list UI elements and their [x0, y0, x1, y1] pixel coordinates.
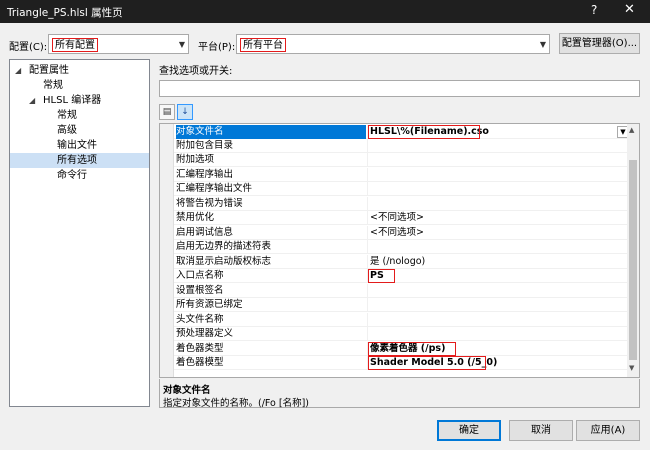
property-name: 对象文件名 — [176, 125, 366, 139]
apply-button[interactable]: 应用(A) — [576, 420, 640, 441]
property-row[interactable]: 着色器类型 像素着色器 (/ps) — [174, 342, 627, 356]
scrollbar-thumb[interactable] — [629, 160, 637, 360]
property-value[interactable]: <不同选项> — [370, 211, 625, 225]
tree-item-hlsl-general[interactable]: 常规 — [10, 108, 149, 123]
property-value[interactable]: 是 (/nologo) — [370, 255, 625, 269]
chevron-down-icon: ▼ — [178, 40, 185, 49]
property-name: 所有资源已绑定 — [176, 299, 243, 310]
property-name: 启用无边界的描述符表 — [176, 241, 272, 252]
property-row[interactable]: 附加选项 — [174, 153, 627, 167]
property-row[interactable]: 设置根签名 — [174, 284, 627, 298]
property-name: 禁用优化 — [176, 212, 215, 223]
property-row[interactable]: 所有资源已绑定 — [174, 298, 627, 312]
tree-item-label: HLSL 编译器 — [43, 95, 102, 106]
property-row[interactable]: 汇编程序输出文件 — [174, 182, 627, 196]
property-row[interactable]: 头文件名称 — [174, 313, 627, 327]
highlight-box — [368, 356, 486, 370]
tree-item-config-properties[interactable]: ◢ 配置属性 — [10, 63, 149, 78]
tree-item-label: 高级 — [57, 125, 77, 136]
tree-expander-icon[interactable]: ◢ — [15, 63, 21, 78]
tree-item-command-line[interactable]: 命令行 — [10, 168, 149, 183]
property-row[interactable]: 预处理器定义 — [174, 327, 627, 341]
property-name: 着色器模型 — [176, 357, 224, 368]
highlight-box — [368, 269, 395, 283]
config-manager-button[interactable]: 配置管理器(O)... — [559, 33, 640, 54]
description-panel: 对象文件名 指定对象文件的名称。(/Fo [名称]) — [159, 379, 640, 409]
property-row[interactable]: 禁用优化 <不同选项> — [174, 211, 627, 225]
tree-item-general[interactable]: 常规 — [10, 78, 149, 93]
title-bar: Triangle_PS.hlsl 属性页 ? ✕ — [0, 0, 650, 23]
property-name: 附加选项 — [176, 154, 215, 165]
property-grid: 对象文件名 HLSL\%(Filename).cso ▼ 附加包含目录 附加选项… — [159, 123, 640, 378]
category-tree: ◢ 配置属性 常规 ◢ HLSL 编译器 常规 高级 输出文件 所有选项 命令行 — [9, 59, 150, 407]
property-name: 附加包含目录 — [176, 140, 234, 151]
tree-item-hlsl-compiler[interactable]: ◢ HLSL 编译器 — [10, 93, 149, 108]
tree-item-label: 常规 — [57, 110, 77, 121]
property-name: 汇编程序输出文件 — [176, 183, 253, 194]
chevron-down-icon: ▼ — [539, 40, 546, 49]
config-value: 所有配置 — [52, 38, 98, 52]
tree-item-label: 命令行 — [57, 170, 87, 181]
tree-item-all-options[interactable]: 所有选项 — [10, 153, 149, 168]
window-title: Triangle_PS.hlsl 属性页 — [7, 7, 123, 19]
cancel-button[interactable]: 取消 — [509, 420, 573, 441]
property-name: 设置根签名 — [176, 285, 224, 296]
platform-value: 所有平台 — [240, 38, 286, 52]
sort-alphabetical-icon[interactable]: ↓ — [177, 104, 193, 120]
property-name: 预处理器定义 — [176, 328, 234, 339]
property-value[interactable]: <不同选项> — [370, 226, 625, 240]
property-name: 汇编程序输出 — [176, 169, 234, 180]
categorized-icon[interactable]: ▤ — [159, 104, 175, 120]
property-name: 入口点名称 — [176, 270, 224, 281]
description-title: 对象文件名 — [163, 385, 211, 396]
property-row[interactable]: 启用无边界的描述符表 — [174, 240, 627, 254]
highlight-box — [368, 125, 480, 139]
property-row[interactable]: 附加包含目录 — [174, 139, 627, 153]
property-name: 着色器类型 — [176, 343, 224, 354]
property-name: 取消显示启动版权标志 — [176, 256, 272, 267]
scroll-down-icon[interactable]: ▼ — [629, 364, 634, 372]
property-row[interactable]: 启用调试信息 <不同选项> — [174, 226, 627, 240]
tree-item-label: 常规 — [43, 80, 63, 91]
property-row[interactable]: 将警告视为错误 — [174, 197, 627, 211]
property-row[interactable]: 取消显示启动版权标志 是 (/nologo) — [174, 255, 627, 269]
platform-label: 平台(P): — [198, 42, 236, 53]
tree-item-label: 配置属性 — [29, 65, 69, 76]
platform-select[interactable]: 所有平台 ▼ — [236, 34, 550, 54]
config-select[interactable]: 所有配置 ▼ — [48, 34, 189, 54]
vertical-scrollbar[interactable]: ▲ ▼ — [627, 124, 639, 377]
description-text: 指定对象文件的名称。(/Fo [名称]) — [163, 398, 309, 409]
search-input[interactable] — [159, 80, 640, 97]
highlight-box — [368, 342, 456, 356]
property-row[interactable]: 入口点名称 PS — [174, 269, 627, 283]
property-name: 头文件名称 — [176, 314, 224, 325]
property-value[interactable]: PS — [370, 269, 625, 283]
search-label: 查找选项或开关: — [159, 66, 233, 77]
property-row[interactable]: 着色器模型 Shader Model 5.0 (/5_0) — [174, 356, 627, 370]
scroll-up-icon[interactable]: ▲ — [629, 126, 634, 134]
grid-gutter — [160, 124, 174, 377]
config-label: 配置(C): — [9, 42, 48, 53]
close-icon[interactable]: ✕ — [624, 2, 635, 17]
ok-button[interactable]: 确定 — [437, 420, 501, 441]
property-name: 将警告视为错误 — [176, 198, 243, 209]
property-row[interactable]: 对象文件名 HLSL\%(Filename).cso ▼ — [174, 125, 629, 139]
tree-item-label: 输出文件 — [57, 140, 97, 151]
tree-expander-icon[interactable]: ◢ — [29, 93, 35, 108]
tree-item-advanced[interactable]: 高级 — [10, 123, 149, 138]
property-name: 启用调试信息 — [176, 227, 234, 238]
tree-item-output-files[interactable]: 输出文件 — [10, 138, 149, 153]
help-icon[interactable]: ? — [591, 3, 597, 17]
tree-item-label: 所有选项 — [57, 155, 97, 166]
property-row[interactable]: 汇编程序输出 — [174, 168, 627, 182]
